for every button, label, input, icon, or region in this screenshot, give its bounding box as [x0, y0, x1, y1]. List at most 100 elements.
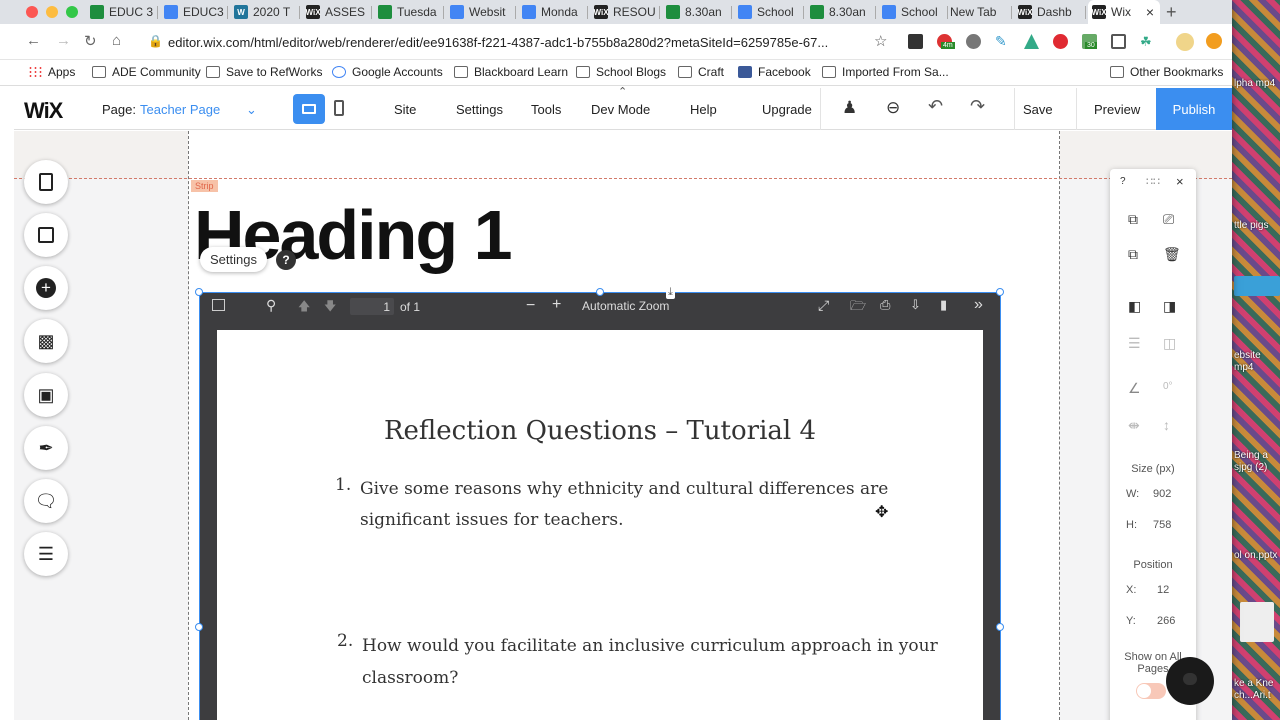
collapse-icon[interactable]: ⌃ [618, 85, 627, 98]
bookmark[interactable]: School Blogs [576, 65, 666, 79]
print-icon[interactable]: ⎙ [880, 297, 890, 313]
profile-avatar[interactable] [1176, 33, 1194, 51]
blog-button[interactable]: ✒ [24, 426, 68, 470]
save-button[interactable]: Save [1023, 102, 1053, 117]
copy-icon[interactable]: ⧉ [1128, 211, 1138, 228]
star-icon[interactable]: ☆ [874, 32, 887, 50]
width-value[interactable]: 902 [1153, 488, 1171, 500]
pages-button[interactable] [24, 160, 68, 204]
bookmark[interactable]: Craft [678, 65, 724, 79]
new-tab-button[interactable]: + [1166, 2, 1177, 23]
download-icon[interactable]: ⤓ [666, 286, 675, 299]
desktop-file[interactable]: Being a sjpg (2) [1234, 450, 1280, 474]
rotation-value[interactable]: 0° [1163, 381, 1173, 392]
browser-tab[interactable]: School [878, 0, 946, 24]
show-on-all-pages-toggle[interactable] [1136, 683, 1166, 699]
bookmark[interactable]: ADE Community [92, 65, 201, 79]
search-icon[interactable]: ⚲ [266, 297, 276, 314]
extension-icon[interactable] [908, 34, 923, 49]
delete-icon[interactable]: 🗑 [1163, 246, 1181, 263]
close-window-button[interactable] [26, 6, 38, 18]
add-button[interactable]: + [24, 266, 68, 310]
page-number-input[interactable]: 1 [350, 298, 394, 315]
menu-settings[interactable]: Settings [456, 102, 503, 117]
browser-tab[interactable]: WiX ASSES [302, 0, 370, 24]
bookmark[interactable]: Apps [28, 65, 75, 79]
desktop-file[interactable]: ttle pigs [1234, 220, 1268, 232]
close-icon[interactable]: × [1176, 174, 1184, 189]
browser-tab[interactable]: School [734, 0, 802, 24]
previous-page-icon[interactable]: 🡅 [298, 297, 310, 318]
app-market-button[interactable]: ▩ [24, 319, 68, 363]
height-value[interactable]: 758 [1153, 519, 1171, 531]
desktop-file[interactable]: ol on.pptx [1234, 550, 1277, 562]
update-icon[interactable] [1206, 33, 1222, 49]
rotate-icon[interactable]: ∠ [1128, 380, 1141, 397]
forward-icon[interactable]: → [56, 32, 71, 49]
bookmark[interactable]: Facebook [738, 65, 811, 79]
extension-icon[interactable]: ☘ [1140, 34, 1155, 49]
page-selector[interactable]: Page: Teacher Page ⌄ [102, 102, 257, 117]
close-tab-icon[interactable]: × [1146, 4, 1154, 20]
back-icon[interactable]: ← [26, 32, 41, 49]
maximize-window-button[interactable] [66, 6, 78, 18]
resize-handle[interactable] [596, 288, 604, 296]
next-page-icon[interactable]: 🡇 [324, 297, 336, 318]
send-backward-icon[interactable]: ◨ [1163, 298, 1176, 315]
browser-tab[interactable]: Websit [446, 0, 514, 24]
bookmark[interactable]: Save to RefWorks [206, 65, 322, 79]
browser-tab[interactable]: EDUC 3 [86, 0, 156, 24]
flip-horizontal-icon[interactable]: ⇼ [1128, 417, 1140, 434]
accessibility-icon[interactable]: ♟ [842, 98, 857, 118]
browser-tab[interactable]: WiX Dashb [1014, 0, 1084, 24]
zoom-out-icon[interactable]: ⊖ [886, 98, 900, 118]
resize-handle[interactable] [195, 288, 203, 296]
help-button[interactable]: ? [276, 250, 296, 270]
bookmark[interactable]: Blackboard Learn [454, 65, 568, 79]
pinterest-icon[interactable] [1053, 34, 1068, 49]
duplicate-icon[interactable]: ⧉ [1128, 246, 1138, 263]
menu-site[interactable]: Site [394, 102, 416, 117]
redo-icon[interactable]: ↷ [970, 96, 985, 117]
resize-handle[interactable] [195, 623, 203, 631]
menu-dev-mode[interactable]: Dev Mode [591, 102, 650, 117]
menu-upgrade[interactable]: Upgrade [762, 102, 812, 117]
align-icon[interactable]: ☰ [1128, 335, 1141, 352]
tools-icon[interactable]: » [974, 296, 983, 314]
menu-tools[interactable]: Tools [531, 102, 561, 117]
x-value[interactable]: 12 [1157, 584, 1169, 596]
media-button[interactable]: ▣ [24, 373, 68, 417]
mobile-view-button[interactable] [334, 100, 344, 116]
home-icon[interactable]: ⌂ [112, 32, 121, 49]
background-button[interactable] [24, 213, 68, 257]
publish-button[interactable]: Publish [1156, 88, 1232, 130]
browser-tab[interactable]: EDUC3 [160, 0, 226, 24]
browser-tab[interactable]: 8.30an [806, 0, 874, 24]
bookmark[interactable]: Google Accounts [332, 65, 443, 79]
bookmark-icon[interactable]: ▮ [940, 297, 947, 313]
extension-icon[interactable]: 4m [937, 34, 955, 49]
resize-handle[interactable] [996, 288, 1004, 296]
y-value[interactable]: 266 [1157, 615, 1175, 627]
address-bar[interactable]: 🔒 editor.wix.com/html/editor/web/rendere… [140, 29, 900, 55]
save-icon[interactable]: ⇩ [910, 297, 921, 313]
preview-button[interactable]: Preview [1094, 102, 1140, 117]
reload-icon[interactable]: ↻ [84, 32, 97, 50]
extension-icon[interactable] [1111, 34, 1126, 49]
database-button[interactable]: ☰ [24, 532, 68, 576]
menu-help[interactable]: Help [690, 102, 717, 117]
drag-handle-icon[interactable]: ∷∷ [1146, 175, 1160, 188]
resize-handle[interactable] [996, 623, 1004, 631]
pdf-viewer-element[interactable]: ⚲ 🡅 🡇 1 of 1 − + Automatic Zoom ⤓ ⤢ 🗁 ⎙ … [195, 286, 1004, 720]
zoom-select[interactable]: Automatic Zoom [582, 299, 669, 313]
bring-forward-icon[interactable]: ◧ [1128, 298, 1141, 315]
browser-tab[interactable]: WiX Wix × [1088, 0, 1160, 24]
chat-button[interactable]: 🗨 [24, 479, 68, 523]
extension-icon[interactable]: 30 [1082, 34, 1097, 49]
bookmark[interactable]: Imported From Sa... [822, 65, 949, 79]
desktop-file[interactable]: ebsite mp4 [1234, 350, 1280, 374]
fullscreen-icon[interactable]: ⤢ [818, 297, 829, 314]
open-file-icon[interactable]: 🗁 [850, 297, 866, 319]
desktop-view-button[interactable] [293, 94, 325, 124]
pen-icon[interactable]: ✎ [995, 34, 1010, 49]
